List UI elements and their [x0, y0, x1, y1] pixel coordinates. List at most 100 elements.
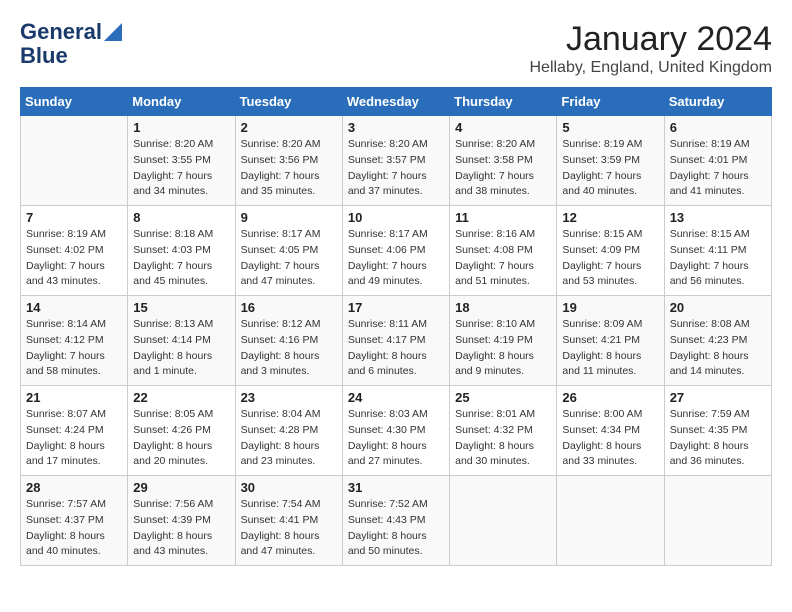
day-info: Sunrise: 8:13 AMSunset: 4:14 PMDaylight:… — [133, 317, 229, 380]
day-info: Sunrise: 8:14 AMSunset: 4:12 PMDaylight:… — [26, 317, 122, 380]
day-info: Sunrise: 8:16 AMSunset: 4:08 PMDaylight:… — [455, 227, 551, 290]
day-info: Sunrise: 7:56 AMSunset: 4:39 PMDaylight:… — [133, 497, 229, 560]
calendar-cell — [21, 116, 128, 206]
calendar-cell: 30 Sunrise: 7:54 AMSunset: 4:41 PMDayligh… — [235, 476, 342, 566]
day-number: 22 — [133, 390, 229, 405]
day-info: Sunrise: 8:01 AMSunset: 4:32 PMDaylight:… — [455, 407, 551, 470]
day-number: 26 — [562, 390, 658, 405]
weekday-header: Wednesday — [342, 88, 449, 116]
day-number: 6 — [670, 120, 766, 135]
weekday-header: Saturday — [664, 88, 771, 116]
logo-general: General — [20, 20, 102, 44]
day-number: 16 — [241, 300, 337, 315]
calendar-week-row: 7 Sunrise: 8:19 AMSunset: 4:02 PMDaylight… — [21, 206, 772, 296]
logo-icon — [104, 23, 122, 41]
logo-blue: Blue — [20, 44, 68, 68]
calendar-body: 1 Sunrise: 8:20 AMSunset: 3:55 PMDaylight… — [21, 116, 772, 566]
day-number: 28 — [26, 480, 122, 495]
calendar-cell: 24 Sunrise: 8:03 AMSunset: 4:30 PMDayligh… — [342, 386, 449, 476]
calendar-cell: 28Sunrise: 7:57 AMSunset: 4:37 PMDayligh… — [21, 476, 128, 566]
calendar-cell: 9 Sunrise: 8:17 AMSunset: 4:05 PMDaylight… — [235, 206, 342, 296]
weekday-header: Tuesday — [235, 88, 342, 116]
calendar-cell: 5 Sunrise: 8:19 AMSunset: 3:59 PMDaylight… — [557, 116, 664, 206]
calendar-cell: 8 Sunrise: 8:18 AMSunset: 4:03 PMDaylight… — [128, 206, 235, 296]
day-number: 9 — [241, 210, 337, 225]
day-info: Sunrise: 8:09 AMSunset: 4:21 PMDaylight:… — [562, 317, 658, 380]
calendar-table: SundayMondayTuesdayWednesdayThursdayFrid… — [20, 87, 772, 566]
calendar-cell: 15 Sunrise: 8:13 AMSunset: 4:14 PMDayligh… — [128, 296, 235, 386]
day-number: 14 — [26, 300, 122, 315]
day-info: Sunrise: 8:03 AMSunset: 4:30 PMDaylight:… — [348, 407, 444, 470]
calendar-week-row: 21 Sunrise: 8:07 AMSunset: 4:24 PMDayligh… — [21, 386, 772, 476]
calendar-cell: 20Sunrise: 8:08 AMSunset: 4:23 PMDayligh… — [664, 296, 771, 386]
day-number: 23 — [241, 390, 337, 405]
day-info: Sunrise: 8:17 AMSunset: 4:05 PMDaylight:… — [241, 227, 337, 290]
day-info: Sunrise: 8:05 AMSunset: 4:26 PMDaylight:… — [133, 407, 229, 470]
calendar-cell — [664, 476, 771, 566]
day-number: 3 — [348, 120, 444, 135]
calendar-cell: 29 Sunrise: 7:56 AMSunset: 4:39 PMDayligh… — [128, 476, 235, 566]
calendar-cell: 13Sunrise: 8:15 AMSunset: 4:11 PMDayligh… — [664, 206, 771, 296]
calendar-cell: 12Sunrise: 8:15 AMSunset: 4:09 PMDayligh… — [557, 206, 664, 296]
calendar-cell: 18 Sunrise: 8:10 AMSunset: 4:19 PMDayligh… — [450, 296, 557, 386]
day-number: 18 — [455, 300, 551, 315]
day-info: Sunrise: 8:11 AMSunset: 4:17 PMDaylight:… — [348, 317, 444, 380]
day-info: Sunrise: 8:08 AMSunset: 4:23 PMDaylight:… — [670, 317, 766, 380]
calendar-cell: 19 Sunrise: 8:09 AMSunset: 4:21 PMDayligh… — [557, 296, 664, 386]
day-number: 13 — [670, 210, 766, 225]
day-info: Sunrise: 8:19 AMSunset: 3:59 PMDaylight:… — [562, 137, 658, 200]
calendar-cell — [557, 476, 664, 566]
day-number: 11 — [455, 210, 551, 225]
day-number: 29 — [133, 480, 229, 495]
calendar-cell — [450, 476, 557, 566]
day-number: 7 — [26, 210, 122, 225]
calendar-cell: 7 Sunrise: 8:19 AMSunset: 4:02 PMDaylight… — [21, 206, 128, 296]
day-number: 25 — [455, 390, 551, 405]
calendar-cell: 22 Sunrise: 8:05 AMSunset: 4:26 PMDayligh… — [128, 386, 235, 476]
weekday-header: Sunday — [21, 88, 128, 116]
day-info: Sunrise: 8:10 AMSunset: 4:19 PMDaylight:… — [455, 317, 551, 380]
day-number: 5 — [562, 120, 658, 135]
day-info: Sunrise: 7:54 AMSunset: 4:41 PMDaylight:… — [241, 497, 337, 560]
day-info: Sunrise: 8:17 AMSunset: 4:06 PMDaylight:… — [348, 227, 444, 290]
day-number: 15 — [133, 300, 229, 315]
day-number: 30 — [241, 480, 337, 495]
day-info: Sunrise: 8:00 AMSunset: 4:34 PMDaylight:… — [562, 407, 658, 470]
day-info: Sunrise: 8:15 AMSunset: 4:09 PMDaylight:… — [562, 227, 658, 290]
calendar-week-row: 14 Sunrise: 8:14 AMSunset: 4:12 PMDayligh… — [21, 296, 772, 386]
location: Hellaby, England, United Kingdom — [529, 59, 772, 77]
calendar-cell: 14 Sunrise: 8:14 AMSunset: 4:12 PMDayligh… — [21, 296, 128, 386]
calendar-cell: 16Sunrise: 8:12 AMSunset: 4:16 PMDayligh… — [235, 296, 342, 386]
calendar-cell: 6 Sunrise: 8:19 AMSunset: 4:01 PMDaylight… — [664, 116, 771, 206]
calendar-cell: 10Sunrise: 8:17 AMSunset: 4:06 PMDayligh… — [342, 206, 449, 296]
calendar-cell: 26 Sunrise: 8:00 AMSunset: 4:34 PMDayligh… — [557, 386, 664, 476]
day-number: 2 — [241, 120, 337, 135]
day-number: 17 — [348, 300, 444, 315]
calendar-cell: 21 Sunrise: 8:07 AMSunset: 4:24 PMDayligh… — [21, 386, 128, 476]
page-header: General Blue January 2024 Hellaby, Engla… — [20, 20, 772, 77]
calendar-cell: 11 Sunrise: 8:16 AMSunset: 4:08 PMDayligh… — [450, 206, 557, 296]
day-number: 1 — [133, 120, 229, 135]
day-info: Sunrise: 8:18 AMSunset: 4:03 PMDaylight:… — [133, 227, 229, 290]
day-info: Sunrise: 7:59 AMSunset: 4:35 PMDaylight:… — [670, 407, 766, 470]
day-number: 8 — [133, 210, 229, 225]
calendar-cell: 4Sunrise: 8:20 AMSunset: 3:58 PMDaylight… — [450, 116, 557, 206]
calendar-cell: 3Sunrise: 8:20 AMSunset: 3:57 PMDaylight… — [342, 116, 449, 206]
day-info: Sunrise: 8:07 AMSunset: 4:24 PMDaylight:… — [26, 407, 122, 470]
month-title: January 2024 — [529, 20, 772, 59]
day-number: 24 — [348, 390, 444, 405]
calendar-cell: 31Sunrise: 7:52 AMSunset: 4:43 PMDayligh… — [342, 476, 449, 566]
logo: General Blue — [20, 20, 122, 68]
weekday-header: Friday — [557, 88, 664, 116]
calendar-cell: 25 Sunrise: 8:01 AMSunset: 4:32 PMDayligh… — [450, 386, 557, 476]
weekday-header: Monday — [128, 88, 235, 116]
calendar-week-row: 1 Sunrise: 8:20 AMSunset: 3:55 PMDaylight… — [21, 116, 772, 206]
day-number: 21 — [26, 390, 122, 405]
calendar-cell: 27 Sunrise: 7:59 AMSunset: 4:35 PMDayligh… — [664, 386, 771, 476]
day-info: Sunrise: 8:20 AMSunset: 3:55 PMDaylight:… — [133, 137, 229, 200]
day-info: Sunrise: 8:19 AMSunset: 4:02 PMDaylight:… — [26, 227, 122, 290]
day-number: 19 — [562, 300, 658, 315]
day-info: Sunrise: 8:19 AMSunset: 4:01 PMDaylight:… — [670, 137, 766, 200]
day-number: 27 — [670, 390, 766, 405]
calendar-cell: 2Sunrise: 8:20 AMSunset: 3:56 PMDaylight… — [235, 116, 342, 206]
